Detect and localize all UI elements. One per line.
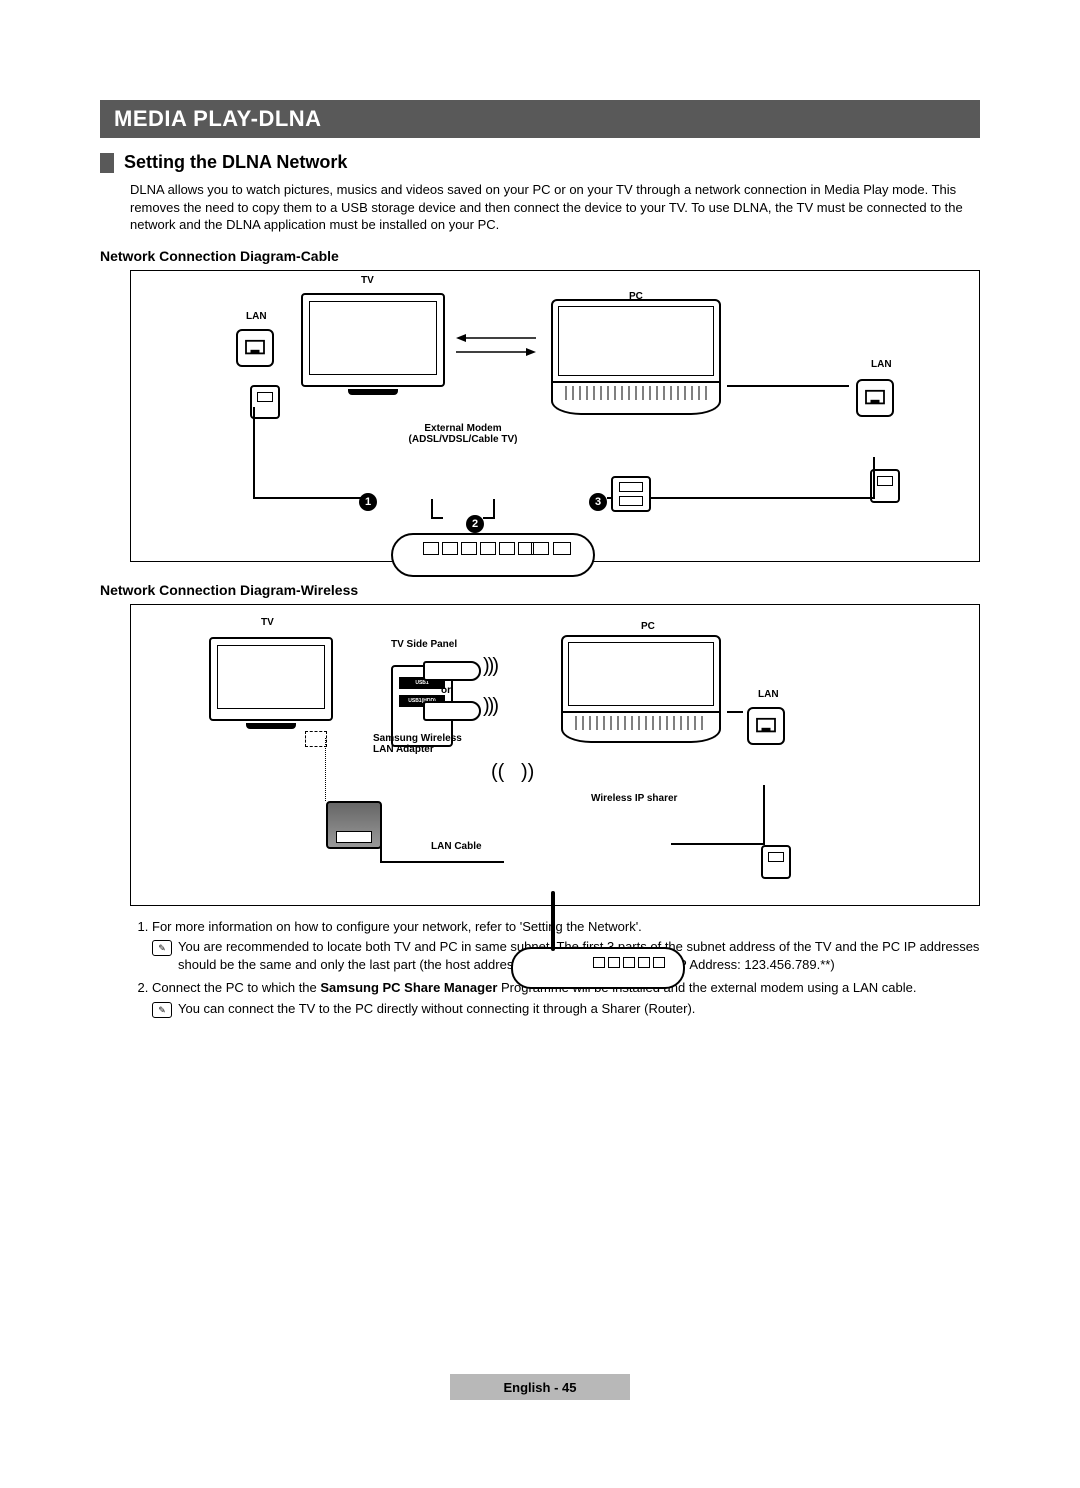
- label-tv: TV: [361, 275, 374, 286]
- label-router: Wireless IP sharer: [591, 793, 677, 804]
- wifi-waves-icon: ))): [483, 655, 497, 678]
- dotted-leader: [325, 738, 327, 801]
- page-footer: English - 45: [0, 1374, 1080, 1400]
- label-lan-pc: LAN: [871, 359, 892, 370]
- wireless-diagram: TV PC LAN TV Side Panel USB1 USB1(HDD) )…: [130, 604, 980, 906]
- intro-paragraph: DLNA allows you to watch pictures, music…: [130, 181, 980, 234]
- cable-line: [727, 385, 849, 387]
- label-lan-tv: LAN: [246, 311, 267, 322]
- laptop-icon: [561, 635, 721, 743]
- cable-line: [431, 499, 433, 517]
- tv-device-icon: [209, 637, 333, 729]
- lan-plug-icon: [761, 845, 791, 879]
- note-icon: ✎: [152, 940, 172, 956]
- label-tv: TV: [261, 617, 274, 628]
- note-sub-2: ✎ You can connect the TV to the PC direc…: [152, 1000, 980, 1018]
- usb-adapter-icon: [423, 701, 481, 721]
- label-modem: External Modem (ADSL/VDSL/Cable TV): [383, 423, 543, 445]
- footer-bar: English - 45: [450, 1374, 630, 1400]
- laptop-icon: [551, 299, 721, 415]
- cable-line: [671, 843, 765, 845]
- usb-adapter-icon: [423, 661, 481, 681]
- cable-line: [763, 785, 765, 845]
- label-adapter: Samsung Wireless LAN Adapter: [373, 733, 462, 755]
- heading-text: Setting the DLNA Network: [124, 152, 347, 173]
- callout-2: 2: [466, 515, 484, 533]
- cable-line: [493, 499, 495, 517]
- cable-line: [431, 517, 443, 519]
- note-icon: ✎: [152, 1002, 172, 1018]
- dotted-ref-icon: [305, 731, 327, 747]
- callout-3: 3: [589, 493, 607, 511]
- tv-device-icon: [301, 293, 445, 395]
- cable-line: [380, 861, 504, 863]
- cable-line: [483, 517, 495, 519]
- section-heading: Setting the DLNA Network: [100, 152, 980, 173]
- arrow-right-icon: [456, 347, 536, 349]
- diagram1-heading: Network Connection Diagram-Cable: [100, 248, 980, 264]
- arrow-left-icon: [456, 333, 536, 335]
- manual-page: MEDIA PLAY-DLNA Setting the DLNA Network…: [0, 0, 1080, 1440]
- cable-diagram: TV PC LAN LAN: [130, 270, 980, 562]
- port-panel-icon: [611, 476, 651, 512]
- lan-cable-panel-icon: [326, 801, 382, 849]
- callout-1: 1: [359, 493, 377, 511]
- cable-line: [253, 407, 255, 497]
- label-pc: PC: [641, 621, 655, 632]
- section-banner: MEDIA PLAY-DLNA: [100, 100, 980, 138]
- cable-line: [253, 497, 363, 499]
- label-tv-side-panel: TV Side Panel: [391, 639, 457, 650]
- heading-marker: [100, 153, 114, 173]
- wifi-waves-icon: ))): [483, 695, 497, 718]
- label-lan-pc: LAN: [758, 689, 779, 700]
- cable-line: [873, 457, 875, 499]
- lan-port-icon: [747, 707, 785, 745]
- label-or: or: [441, 685, 451, 696]
- label-lan-cable: LAN Cable: [431, 841, 482, 852]
- router-icon: [511, 947, 685, 989]
- lan-port-icon: [856, 379, 894, 417]
- modem-icon: [391, 533, 595, 577]
- cable-line: [727, 711, 743, 713]
- diagram2-heading: Network Connection Diagram-Wireless: [100, 582, 980, 598]
- lan-port-icon: [236, 329, 274, 367]
- wifi-waves-icon: (( )): [491, 761, 534, 784]
